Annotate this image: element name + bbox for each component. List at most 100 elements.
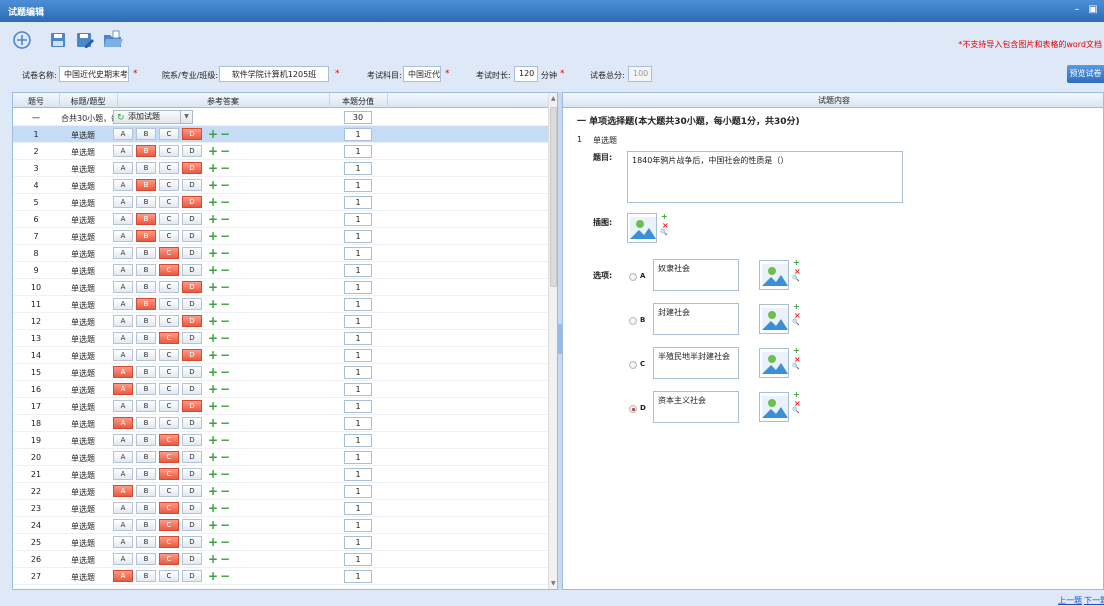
table-row[interactable]: 8 单选题 A B C D + − 1 [13, 245, 548, 262]
answer-option-d[interactable]: D [182, 128, 202, 140]
answer-option-d[interactable]: D [182, 400, 202, 412]
add-option-icon[interactable]: + [208, 450, 218, 464]
remove-option-icon[interactable]: − [220, 433, 230, 447]
chevron-down-icon[interactable]: ▼ [180, 111, 192, 123]
answer-option-b[interactable]: B [136, 128, 156, 140]
add-option-icon[interactable]: + [208, 467, 218, 481]
answer-option-a[interactable]: A [113, 485, 133, 497]
score-input[interactable]: 1 [344, 128, 372, 141]
answer-option-b[interactable]: B [136, 281, 156, 293]
answer-option-d[interactable]: D [182, 281, 202, 293]
score-input[interactable]: 1 [344, 553, 372, 566]
answer-option-a[interactable]: A [113, 128, 133, 140]
option-radio-d[interactable] [629, 405, 637, 413]
answer-option-d[interactable]: D [182, 383, 202, 395]
remove-option-icon[interactable]: − [220, 127, 230, 141]
add-option-icon[interactable]: + [208, 382, 218, 396]
answer-option-c[interactable]: C [159, 298, 179, 310]
option-radio-a[interactable] [629, 273, 637, 281]
answer-option-b[interactable]: B [136, 162, 156, 174]
score-input[interactable]: 1 [344, 434, 372, 447]
answer-option-a[interactable]: A [113, 502, 133, 514]
table-row[interactable]: 18 单选题 A B C D + − 1 [13, 415, 548, 432]
answer-option-d[interactable]: D [182, 468, 202, 480]
answer-option-a[interactable]: A [113, 434, 133, 446]
answer-option-b[interactable]: B [136, 485, 156, 497]
table-row[interactable]: 25 单选题 A B C D + − 1 [13, 534, 548, 551]
add-option-icon[interactable]: + [208, 365, 218, 379]
answer-option-d[interactable]: D [182, 417, 202, 429]
answer-option-c[interactable]: C [159, 434, 179, 446]
answer-option-b[interactable]: B [136, 553, 156, 565]
remove-option-icon[interactable]: − [220, 535, 230, 549]
option-text-input[interactable]: 奴隶社会 [653, 259, 739, 291]
option-text-input[interactable]: 半殖民地半封建社会 [653, 347, 739, 379]
answer-option-b[interactable]: B [136, 536, 156, 548]
answer-option-c[interactable]: C [159, 451, 179, 463]
table-row[interactable]: 20 单选题 A B C D + − 1 [13, 449, 548, 466]
add-option-icon[interactable]: + [208, 127, 218, 141]
add-option-icon[interactable]: + [208, 246, 218, 260]
answer-option-b[interactable]: B [136, 468, 156, 480]
add-circle-icon[interactable] [12, 30, 34, 52]
answer-option-d[interactable]: D [182, 553, 202, 565]
answer-option-b[interactable]: B [136, 502, 156, 514]
add-option-icon[interactable]: + [208, 416, 218, 430]
table-row[interactable]: 5 单选题 A B C D + − 1 [13, 194, 548, 211]
answer-option-c[interactable]: C [159, 315, 179, 327]
table-row[interactable]: 19 单选题 A B C D + − 1 [13, 432, 548, 449]
remove-option-icon[interactable]: − [220, 569, 230, 583]
answer-option-b[interactable]: B [136, 451, 156, 463]
scroll-up-icon[interactable]: ▲ [551, 95, 556, 102]
remove-option-icon[interactable]: − [220, 450, 230, 464]
add-option-icon[interactable]: + [208, 161, 218, 175]
answer-option-c[interactable]: C [159, 196, 179, 208]
score-input[interactable]: 1 [344, 298, 372, 311]
answer-option-a[interactable]: A [113, 519, 133, 531]
add-option-icon[interactable]: + [208, 484, 218, 498]
question-stem-input[interactable]: 1840年鸦片战争后，中国社会的性质是（） [627, 151, 903, 203]
add-option-icon[interactable]: + [208, 399, 218, 413]
remove-option-icon[interactable]: − [220, 178, 230, 192]
answer-option-b[interactable]: B [136, 383, 156, 395]
answer-option-a[interactable]: A [113, 451, 133, 463]
answer-option-a[interactable]: A [113, 196, 133, 208]
subject-input[interactable]: 中国近代 [403, 66, 441, 82]
add-option-icon[interactable]: + [208, 569, 218, 583]
answer-option-a[interactable]: A [113, 468, 133, 480]
score-input[interactable]: 1 [344, 468, 372, 481]
table-row[interactable]: 6 单选题 A B C D + − 1 [13, 211, 548, 228]
answer-option-c[interactable]: C [159, 570, 179, 582]
table-row[interactable]: 16 单选题 A B C D + − 1 [13, 381, 548, 398]
score-input[interactable]: 1 [344, 383, 372, 396]
section-score-input[interactable]: 30 [344, 111, 372, 124]
answer-option-a[interactable]: A [113, 281, 133, 293]
zoom-image-icon[interactable]: 🔍 [792, 363, 799, 370]
answer-option-a[interactable]: A [113, 332, 133, 344]
add-option-icon[interactable]: + [208, 433, 218, 447]
answer-option-b[interactable]: B [136, 349, 156, 361]
option-image-placeholder[interactable] [759, 304, 789, 334]
restore-icon[interactable]: ▣ [1086, 3, 1100, 17]
answer-option-c[interactable]: C [159, 400, 179, 412]
remove-option-icon[interactable]: − [220, 348, 230, 362]
remove-option-icon[interactable]: − [220, 212, 230, 226]
answer-option-d[interactable]: D [182, 264, 202, 276]
score-input[interactable]: 1 [344, 162, 372, 175]
next-question-link[interactable]: 下一题 [1084, 595, 1104, 606]
answer-option-d[interactable]: D [182, 162, 202, 174]
remove-option-icon[interactable]: − [220, 331, 230, 345]
answer-option-d[interactable]: D [182, 502, 202, 514]
save-as-icon[interactable] [75, 30, 97, 52]
answer-option-a[interactable]: A [113, 264, 133, 276]
duration-input[interactable]: 120 [514, 66, 538, 82]
answer-option-a[interactable]: A [113, 536, 133, 548]
remove-option-icon[interactable]: − [220, 229, 230, 243]
answer-option-d[interactable]: D [182, 332, 202, 344]
answer-option-c[interactable]: C [159, 162, 179, 174]
add-image-icon[interactable]: + [793, 302, 800, 311]
remove-option-icon[interactable]: − [220, 484, 230, 498]
scroll-down-icon[interactable]: ▼ [551, 580, 556, 587]
answer-option-d[interactable]: D [182, 145, 202, 157]
answer-option-c[interactable]: C [159, 383, 179, 395]
